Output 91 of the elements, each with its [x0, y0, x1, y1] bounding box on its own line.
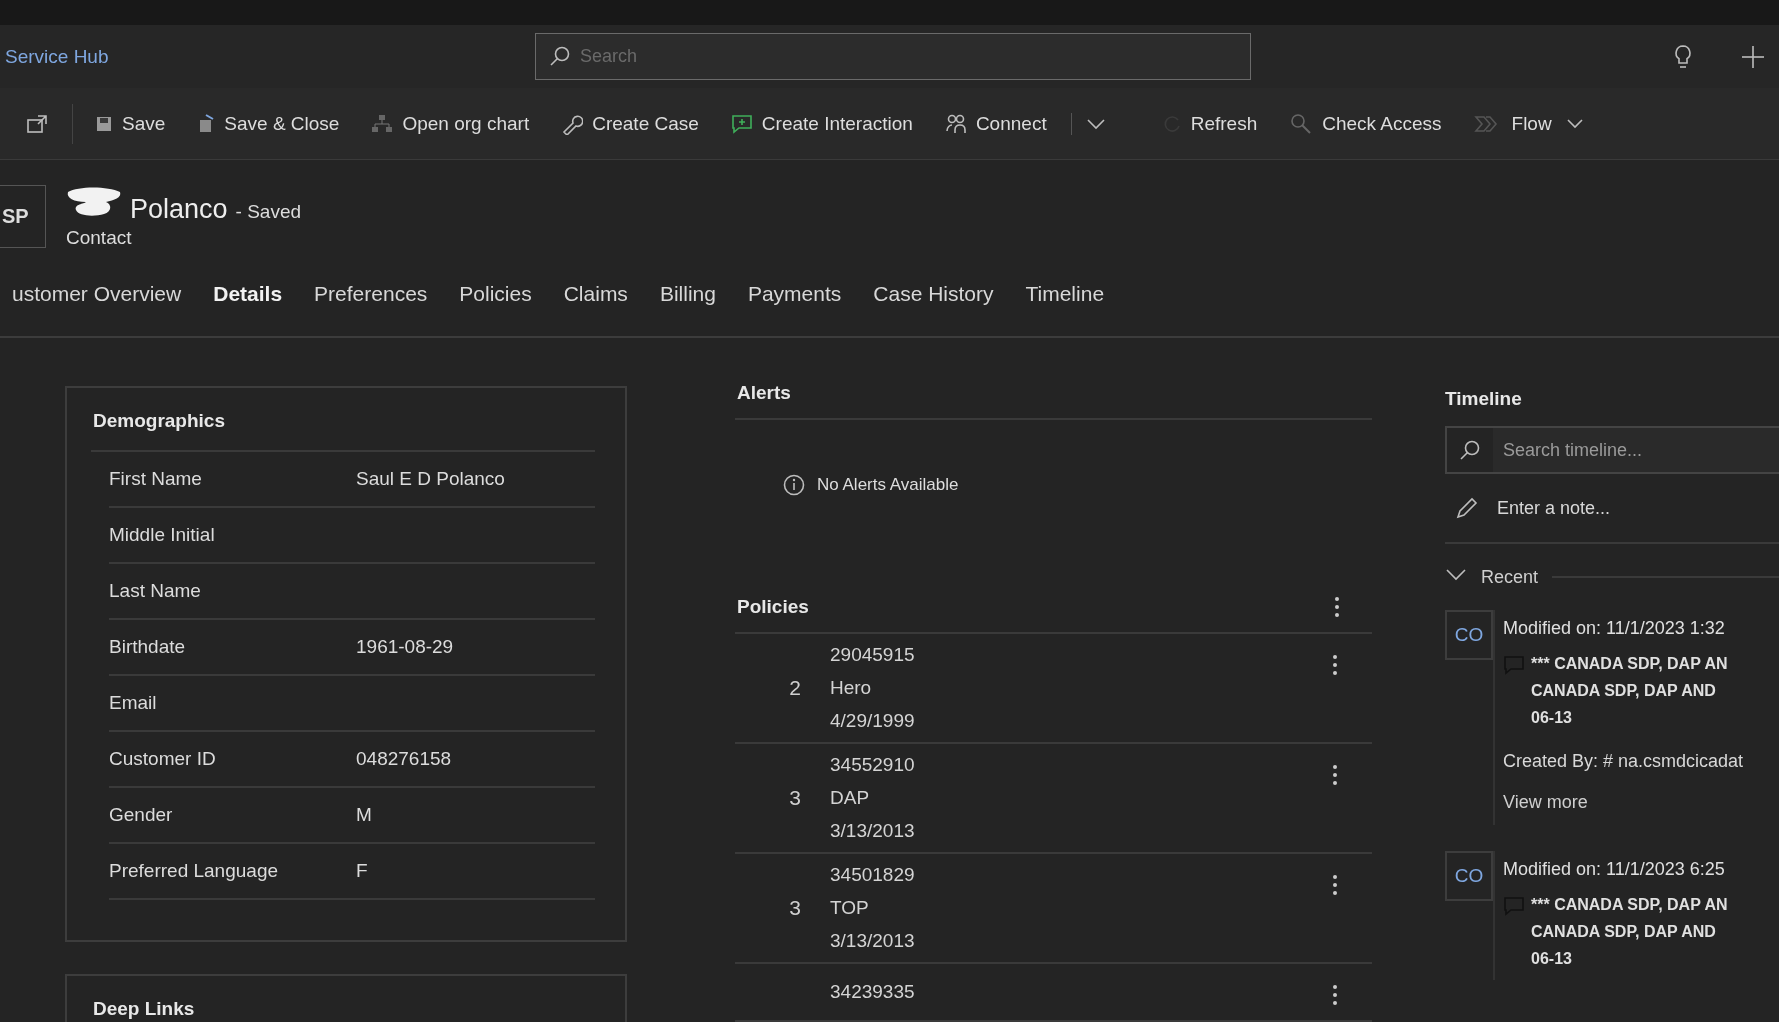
field-label: Last Name — [109, 580, 202, 602]
tab[interactable]: Preferences — [302, 278, 440, 310]
policy-number: 34501829 — [830, 864, 916, 886]
wrench-icon — [561, 112, 584, 135]
more-options-icon[interactable] — [1332, 984, 1338, 1006]
section-title: Policies — [737, 596, 809, 618]
field-label: Preferred Language — [109, 860, 279, 882]
note-text: CANADA SDP, DAP AND — [1531, 682, 1717, 700]
new-window-icon — [26, 113, 48, 134]
toolbar-button[interactable]: Refresh — [1153, 104, 1266, 143]
policy-count: 2 — [788, 676, 802, 700]
policy-product: TOP — [830, 897, 870, 919]
org-chart-icon — [371, 113, 394, 134]
section-title: Timeline — [1445, 388, 1523, 410]
people-icon — [944, 112, 967, 135]
record-name: Polanco — [130, 193, 228, 225]
tab[interactable]: Claims — [551, 278, 640, 310]
field-value: Saul E D Polanco — [356, 468, 506, 490]
toolbar-button[interactable]: Create Case — [553, 104, 707, 143]
policy-product: DAP — [830, 787, 871, 809]
modified-date: Modified on: 11/1/2023 1:32 — [1503, 618, 1726, 640]
section-title: Demographics — [91, 404, 595, 452]
field-label: Email — [109, 692, 158, 714]
info-icon — [783, 474, 805, 496]
toolbar-button[interactable]: Flow — [1465, 104, 1592, 143]
note-text: 06-13 — [1531, 709, 1573, 727]
avatar: SP — [0, 184, 46, 248]
field-value: 048276158 — [356, 748, 453, 770]
field-value: 1961-08-29 — [356, 636, 455, 658]
note-text: CANADA SDP, DAP AND — [1531, 923, 1717, 941]
policy-number: 34239335 — [830, 981, 916, 1003]
created-by: Created By: # na.csmdcicadat — [1503, 751, 1745, 772]
field-label: First Name — [109, 468, 203, 490]
save-status: - Saved — [235, 200, 302, 223]
more-options-icon[interactable] — [1332, 654, 1338, 676]
section-title: Alerts — [735, 378, 1372, 420]
avatar: CO — [1445, 610, 1493, 660]
search-field[interactable]: Search — [535, 33, 1251, 80]
lightbulb-icon[interactable] — [1673, 43, 1693, 70]
field-label: Birthdate — [109, 636, 187, 658]
search-icon — [549, 45, 571, 67]
plus-icon[interactable] — [1741, 44, 1765, 69]
tab[interactable]: Payments — [735, 278, 854, 310]
field-value: F — [356, 860, 369, 882]
save-close-icon — [197, 113, 216, 134]
policy-number: 34552910 — [830, 754, 916, 776]
flow-icon — [1473, 114, 1498, 133]
tab[interactable]: Policies — [447, 278, 544, 310]
group-label[interactable]: Recent — [1481, 566, 1539, 588]
view-more-link[interactable]: View more — [1503, 792, 1588, 813]
toolbar-button[interactable]: Save & Close — [189, 104, 348, 143]
tab[interactable]: Details — [201, 278, 295, 310]
field-value: M — [356, 804, 373, 826]
toolbar-button[interactable]: Connect — [936, 104, 1055, 143]
more-options-icon[interactable] — [1334, 596, 1340, 618]
note-text: *** CANADA SDP, DAP AN — [1531, 655, 1729, 673]
field-label: Gender — [109, 804, 174, 826]
policy-product: Hero — [830, 677, 873, 699]
timeline-search-field[interactable]: Search timeline... — [1445, 426, 1779, 474]
toolbar-button[interactable]: Create Interaction — [722, 104, 921, 143]
policy-date: 3/13/2013 — [830, 930, 916, 952]
policy-date: 3/13/2013 — [830, 820, 916, 842]
empty-message: No Alerts Available — [817, 475, 959, 495]
note-text: *** CANADA SDP, DAP AN — [1531, 896, 1729, 914]
tab[interactable]: Billing — [647, 278, 728, 310]
tab[interactable]: Timeline — [1013, 278, 1117, 310]
toolbar-button[interactable]: Check Access — [1281, 104, 1450, 143]
tab[interactable]: ustomer Overview — [0, 278, 194, 310]
search-icon — [1459, 439, 1481, 461]
note-field[interactable]: Enter a note... — [1497, 497, 1611, 519]
avatar: CO — [1445, 851, 1493, 901]
modified-date: Modified on: 11/1/2023 6:25 — [1503, 859, 1726, 881]
app-title[interactable]: Service Hub — [5, 45, 535, 68]
field-label: Customer ID — [109, 748, 217, 770]
policy-count: 3 — [788, 896, 802, 920]
note-text: 06-13 — [1531, 950, 1573, 968]
tab[interactable]: Case History — [861, 278, 1006, 310]
field-label: Middle Initial — [109, 524, 216, 546]
policy-count: 3 — [788, 786, 802, 810]
policy-date: 4/29/1999 — [830, 710, 916, 732]
toolbar-button[interactable]: Open org chart — [363, 104, 538, 143]
more-options-icon[interactable] — [1332, 874, 1338, 896]
policy-number: 29045915 — [830, 644, 916, 666]
pencil-icon — [1455, 496, 1479, 520]
record-type: Contact — [66, 226, 133, 249]
more-options-icon[interactable] — [1332, 764, 1338, 786]
toolbar-button[interactable]: Save — [87, 104, 174, 143]
chat-plus-icon — [730, 113, 753, 134]
chevron-down-icon — [1085, 117, 1106, 130]
section-title: Deep Links — [92, 997, 196, 1021]
save-icon — [95, 114, 113, 133]
